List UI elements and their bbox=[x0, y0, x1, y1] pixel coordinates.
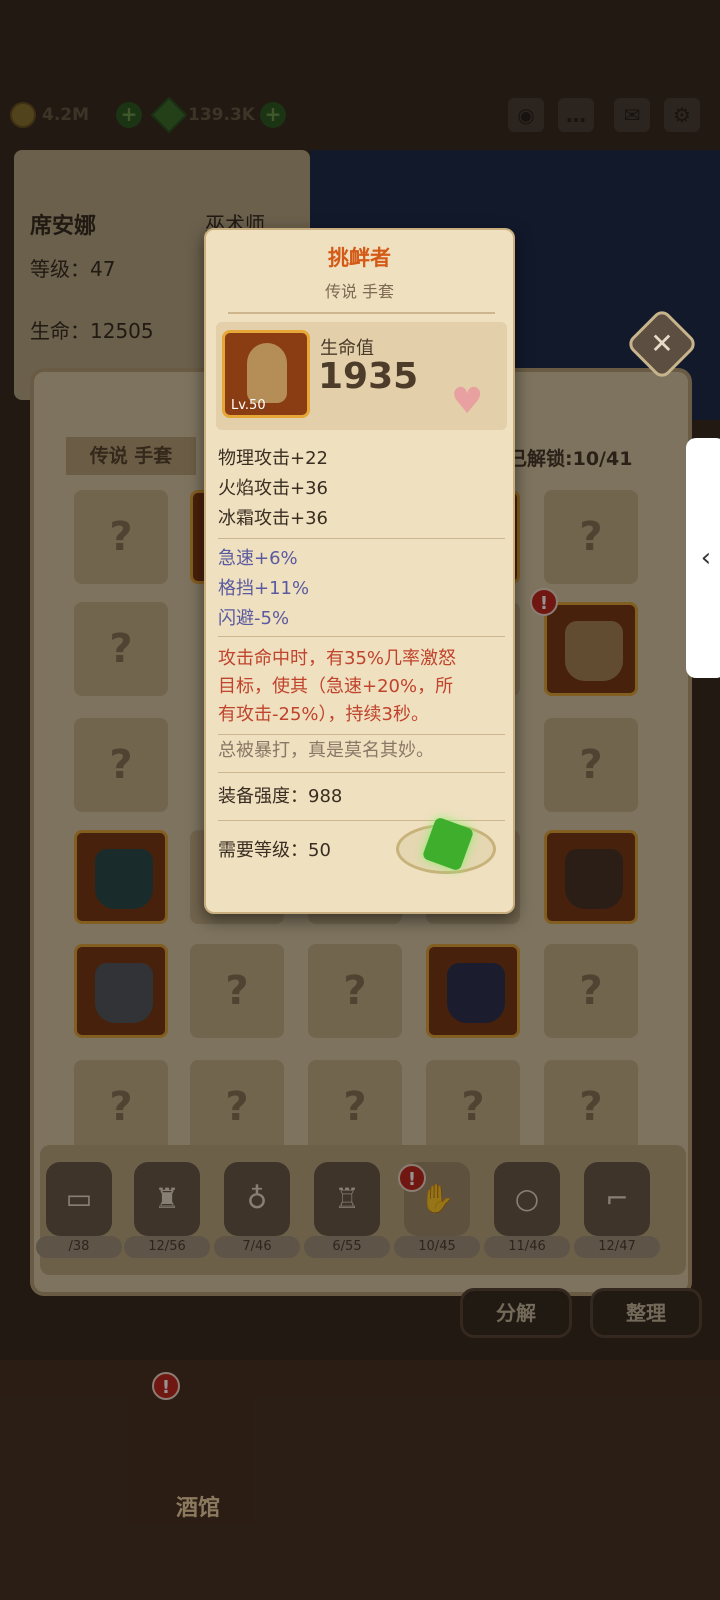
close-icon: ✕ bbox=[650, 327, 674, 360]
heart-icon: ♥ bbox=[451, 381, 484, 422]
game-screen: { "topbar": {"gold": "4.2M", "gems": "13… bbox=[0, 0, 720, 1600]
item-icon: Lv.50 bbox=[222, 330, 310, 418]
required-level: 需要等级：50 bbox=[218, 840, 331, 861]
divider bbox=[218, 772, 505, 773]
divider bbox=[218, 538, 505, 539]
glove-icon bbox=[247, 343, 287, 403]
bonus-stat: 格挡+11% bbox=[218, 578, 310, 599]
divider bbox=[218, 820, 505, 821]
effect-line: 攻击命中时，有35%几率激怒 bbox=[218, 648, 457, 669]
divider bbox=[218, 734, 505, 735]
bonus-stat: 闪避-5% bbox=[218, 608, 290, 629]
main-stat-value: 1935 bbox=[318, 356, 419, 397]
item-name: 挑衅者 bbox=[328, 246, 391, 270]
item-tooltip-popup: 挑衅者 传说 手套 Lv.50 生命值 1935 ♥ 物理攻击+22 火焰攻击+… bbox=[204, 228, 515, 914]
item-rarity-type: 传说 手套 bbox=[324, 282, 395, 301]
item-level-badge: Lv.50 bbox=[231, 398, 266, 413]
effect-line: 有攻击-25%），持续3秒。 bbox=[218, 704, 429, 725]
base-stat: 冰霜攻击+36 bbox=[218, 508, 328, 529]
flavor-text: 总被暴打，真是莫名其妙。 bbox=[218, 740, 434, 761]
effect-line: 目标，使其（急速+20%，所 bbox=[218, 676, 454, 697]
item-power: 装备强度：988 bbox=[218, 786, 343, 807]
base-stat: 火焰攻击+36 bbox=[218, 478, 328, 499]
divider bbox=[218, 636, 505, 637]
bonus-stat: 急速+6% bbox=[218, 548, 298, 569]
side-panel-handle-chevron-left-icon[interactable]: ‹ bbox=[686, 438, 720, 678]
divider bbox=[228, 312, 495, 314]
base-stat: 物理攻击+22 bbox=[218, 448, 328, 469]
